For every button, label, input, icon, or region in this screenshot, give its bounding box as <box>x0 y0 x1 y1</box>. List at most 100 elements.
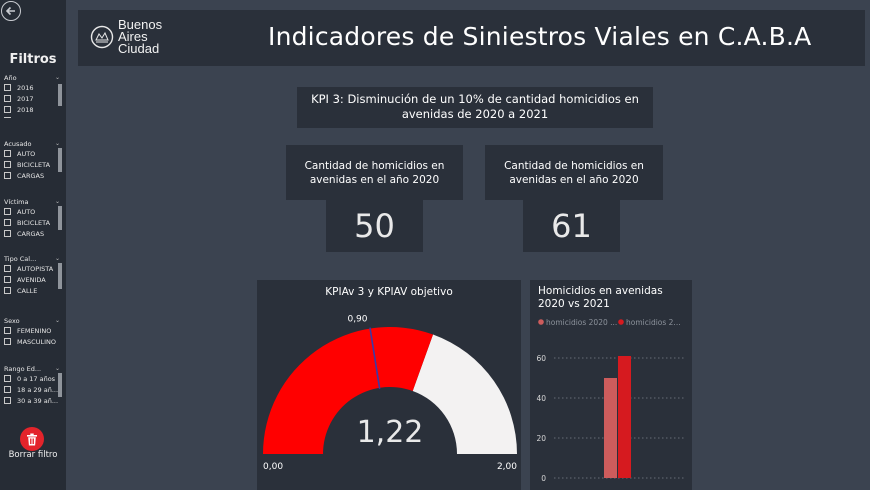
checkbox[interactable] <box>4 161 11 168</box>
filter-option-label: CARGAS <box>17 229 45 238</box>
checkbox[interactable] <box>4 338 11 345</box>
checkbox[interactable] <box>4 265 11 272</box>
filter-option-label: BICICLETA <box>17 160 51 169</box>
bar[interactable] <box>604 378 617 478</box>
filter-option[interactable]: AVENIDA <box>4 274 62 285</box>
y-tick-label: 20 <box>536 434 546 443</box>
checkbox[interactable] <box>4 375 11 382</box>
filter-option[interactable]: 2016 <box>4 82 62 93</box>
filters-sidebar: Filtros Año⌄2016201720182019Acusado⌄AUTO… <box>0 0 66 490</box>
header-bar: Buenos Aires Ciudad Indicadores de Sinie… <box>78 10 865 66</box>
chevron-down-icon[interactable]: ⌄ <box>55 317 60 324</box>
checkbox[interactable] <box>4 106 11 113</box>
filter-option-label: AVENIDA <box>17 275 46 284</box>
filter-option[interactable]: CARGAS <box>4 228 62 239</box>
filter-group-header[interactable]: Año ⌄ <box>4 73 62 82</box>
filter-option[interactable]: AUTOPISTA <box>4 263 62 274</box>
filter-option[interactable]: CALLE <box>4 285 62 296</box>
filter-options-list: 2016 2017 2018 2019 <box>4 82 62 118</box>
checkbox[interactable] <box>4 172 11 179</box>
clear-filter-button[interactable] <box>20 427 44 451</box>
filter-option[interactable]: 2019 <box>4 115 62 118</box>
filter-option[interactable]: 18 a 29 añ... <box>4 384 62 395</box>
scrollbar-thumb[interactable] <box>58 84 62 106</box>
filter-option[interactable]: 0 a 17 años <box>4 373 62 384</box>
chevron-down-icon[interactable]: ⌄ <box>55 74 60 81</box>
card-label-line-1: Cantidad de homicidios en <box>304 160 445 172</box>
gauge-card[interactable]: KPIAv 3 y KPIAV objetivo 0,90 1,22 0,00 2,0… <box>257 280 521 490</box>
logo-line-3: Ciudad <box>118 41 160 56</box>
filter-option-label: FEMENINO <box>17 326 52 335</box>
filter-group: Tipo Cal... ⌄ AUTOPISTA AVENIDA CALLE <box>4 254 62 296</box>
filter-option-label: AUTO <box>17 207 36 216</box>
checkbox[interactable] <box>4 287 11 294</box>
filter-option-label: 2018 <box>17 105 34 114</box>
filter-option[interactable]: MASCULINO <box>4 336 62 347</box>
filter-option-label: CARGAS <box>17 171 45 180</box>
filter-group: Acusado ⌄ AUTO BICICLETA CARGAS <box>4 139 62 181</box>
checkbox[interactable] <box>4 208 11 215</box>
y-tick-label: 40 <box>536 394 546 403</box>
filter-group-label: Tipo Cal... <box>4 254 37 263</box>
back-arrow-icon <box>5 6 15 16</box>
bar[interactable] <box>618 356 631 478</box>
checkbox[interactable] <box>4 117 11 118</box>
filter-option[interactable]: CARGAS <box>4 170 62 181</box>
checkbox[interactable] <box>4 230 11 237</box>
filter-group-header[interactable]: Rango Ed... ⌄ <box>4 364 62 373</box>
filter-group-header[interactable]: Sexo ⌄ <box>4 316 62 325</box>
gauge-min-label: 0,00 <box>263 462 283 472</box>
card-label-line-2: avenidas en el año 2020 <box>309 174 440 186</box>
filter-option[interactable]: AUTO <box>4 148 62 159</box>
legend-marker <box>538 319 544 325</box>
scrollbar-thumb[interactable] <box>58 263 62 289</box>
chevron-down-icon[interactable]: ⌄ <box>55 198 60 205</box>
card-label-line-1: Cantidad de homicidios en <box>504 160 644 172</box>
homicides-label-card-right: Cantidad de homicidios en avenidas en el… <box>485 145 663 200</box>
filter-option-label: CALLE <box>17 286 38 295</box>
filter-option[interactable]: AUTO <box>4 206 62 217</box>
scrollbar-thumb[interactable] <box>58 206 62 230</box>
filter-option-label: 2017 <box>17 94 34 103</box>
filter-option[interactable]: 2018 <box>4 104 62 115</box>
bar-chart-card[interactable]: Homicidios en avenidas 2020 vs 2021 homi… <box>530 280 692 490</box>
filter-group-header[interactable]: Acusado ⌄ <box>4 139 62 148</box>
checkbox[interactable] <box>4 397 11 404</box>
scrollbar-thumb[interactable] <box>58 148 62 172</box>
filter-option[interactable]: FEMENINO <box>4 325 62 336</box>
clear-filter-label: Borrar filtro <box>8 450 58 460</box>
filter-option[interactable]: 2017 <box>4 93 62 104</box>
filter-options-list: FEMENINO MASCULINO <box>4 325 62 347</box>
checkbox[interactable] <box>4 150 11 157</box>
gauge-track <box>412 334 517 454</box>
gauge-chart: 0,90 1,22 0,00 2,00 <box>263 315 517 472</box>
filter-option[interactable]: BICICLETA <box>4 217 62 228</box>
kpi-value: 50 <box>354 207 395 245</box>
checkbox[interactable] <box>4 84 11 91</box>
filter-group-label: Víctima <box>4 197 29 206</box>
filters-title: Filtros <box>9 52 57 67</box>
homicides-label-card-left: Cantidad de homicidios en avenidas en el… <box>286 145 463 200</box>
back-button[interactable] <box>1 1 21 21</box>
filter-group-label: Sexo <box>4 316 20 325</box>
checkbox[interactable] <box>4 386 11 393</box>
chevron-down-icon[interactable]: ⌄ <box>55 140 60 147</box>
checkbox[interactable] <box>4 95 11 102</box>
scrollbar-thumb[interactable] <box>58 373 62 397</box>
bar-chart: homicidios 2020 ... homicidios 2... 0 20 40 6… <box>536 318 686 483</box>
filter-group: Año ⌄ 2016 2017 2018 2019 <box>4 73 62 118</box>
chevron-down-icon[interactable]: ⌄ <box>55 365 60 372</box>
filter-group-header[interactable]: Tipo Cal... ⌄ <box>4 254 62 263</box>
y-tick-label: 0 <box>541 474 546 483</box>
checkbox[interactable] <box>4 327 11 334</box>
trash-icon <box>27 433 37 445</box>
checkbox[interactable] <box>4 219 11 226</box>
chevron-down-icon[interactable]: ⌄ <box>55 255 60 262</box>
filter-option[interactable]: 30 a 39 añ... <box>4 395 62 406</box>
filter-group: Rango Ed... ⌄ 0 a 17 años 18 a 29 añ... 30 a… <box>4 364 62 406</box>
filter-group: Víctima ⌄ AUTO BICICLETA CARGAS <box>4 197 62 239</box>
filter-option[interactable]: BICICLETA <box>4 159 62 170</box>
filter-group-header[interactable]: Víctima ⌄ <box>4 197 62 206</box>
checkbox[interactable] <box>4 276 11 283</box>
filter-options-list: AUTO BICICLETA CARGAS <box>4 206 62 239</box>
